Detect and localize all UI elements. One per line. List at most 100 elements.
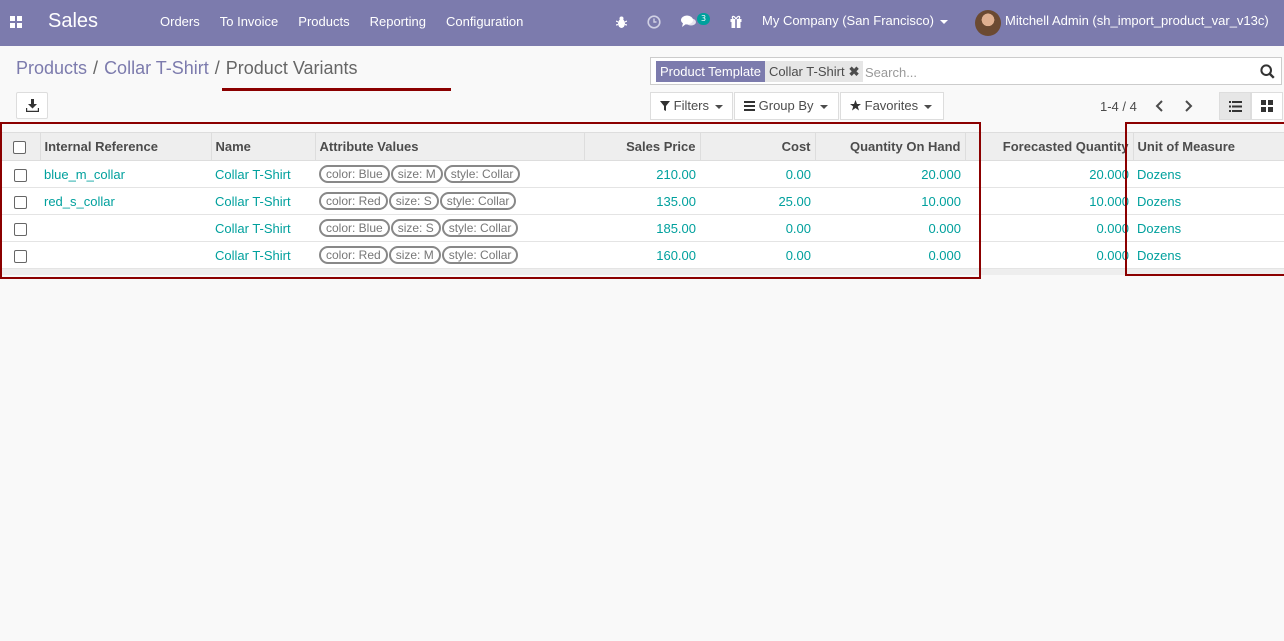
company-switcher[interactable]: My Company (San Francisco)	[762, 13, 948, 28]
cell-unit-of-measure[interactable]: Dozens	[1133, 214, 1284, 242]
cell-internal-reference[interactable]	[40, 241, 211, 269]
column-cost[interactable]: Cost	[699, 132, 815, 161]
kanban-view-icon	[1261, 100, 1273, 112]
table-row[interactable]: Collar T-Shirt color: Red size: Mstyle: C…	[0, 241, 1284, 269]
column-internal-reference[interactable]: Internal Reference	[39, 132, 211, 161]
table-row[interactable]: red_s_collar Collar T-Shirt color: Red si…	[0, 187, 1284, 215]
menu-configuration[interactable]: Configuration	[446, 14, 523, 29]
cell-forecasted-quantity[interactable]: 0.000	[965, 214, 1133, 242]
cell-cost[interactable]: 0.00	[700, 160, 815, 188]
table-row[interactable]: blue_m_collar Collar T-Shirt color: Blue…	[0, 160, 1284, 188]
cell-internal-reference[interactable]	[40, 214, 211, 242]
pager-value[interactable]: 1-4 / 4	[1100, 99, 1137, 114]
row-checkbox[interactable]	[13, 168, 27, 182]
column-sales-price[interactable]: Sales Price	[583, 132, 700, 161]
cell-forecasted-quantity[interactable]: 20.000	[965, 160, 1133, 188]
app-name[interactable]: Sales	[48, 10, 98, 33]
list-view-button[interactable]	[1219, 92, 1251, 120]
cell-forecasted-quantity[interactable]: 0.000	[965, 241, 1133, 269]
attribute-tag: size: S	[388, 192, 439, 210]
select-all-checkbox[interactable]	[13, 141, 27, 155]
cell-name[interactable]: Collar T-Shirt	[211, 160, 315, 188]
star-icon	[850, 100, 861, 111]
bug-icon[interactable]	[616, 16, 627, 29]
user-menu[interactable]: Mitchell Admin (sh_import_product_var_v1…	[1005, 13, 1269, 28]
favorites-label: Favorites	[864, 98, 919, 113]
filters-label: Filters	[673, 98, 710, 113]
column-unit-of-measure[interactable]: Unit of Measure	[1132, 132, 1284, 161]
chevron-down-icon	[939, 19, 948, 24]
menu-to-invoice[interactable]: To Invoice	[220, 14, 279, 29]
cell-cost[interactable]: 25.00	[700, 187, 815, 215]
cell-forecasted-quantity[interactable]: 10.000	[965, 187, 1133, 215]
attribute-tag: color: Blue	[319, 219, 390, 237]
cell-cost[interactable]: 0.00	[700, 214, 815, 242]
column-name[interactable]: Name	[210, 132, 315, 161]
remove-facet-icon[interactable]: ✖	[849, 64, 860, 79]
annotation-underline	[222, 88, 451, 91]
breadcrumb-products[interactable]: Products	[16, 58, 87, 78]
attribute-tag: style: Collar	[441, 219, 519, 237]
cell-quantity-on-hand[interactable]: 20.000	[815, 160, 965, 188]
kanban-view-button[interactable]	[1251, 92, 1283, 120]
chevron-right-icon[interactable]	[1183, 100, 1193, 112]
messages-badge: 3	[697, 13, 711, 25]
cell-quantity-on-hand[interactable]: 0.000	[815, 241, 965, 269]
column-quantity-on-hand[interactable]: Quantity On Hand	[814, 132, 965, 161]
cell-sales-price[interactable]: 135.00	[584, 187, 700, 215]
menu-products[interactable]: Products	[298, 14, 349, 29]
cell-unit-of-measure[interactable]: Dozens	[1133, 160, 1284, 188]
apps-menu-icon[interactable]	[10, 16, 22, 28]
export-button[interactable]	[16, 92, 48, 119]
page-title: Product Variants	[225, 58, 358, 78]
menu-reporting[interactable]: Reporting	[370, 14, 426, 29]
chevron-left-icon[interactable]	[1155, 100, 1165, 112]
table-row[interactable]: Collar T-Shirt color: Blue size: Sstyle: …	[0, 214, 1284, 242]
facet-value: Collar T-Shirt ✖	[764, 61, 864, 82]
cell-name[interactable]: Collar T-Shirt	[211, 214, 315, 242]
messages-icon[interactable]	[681, 15, 696, 28]
cell-attribute-values: color: Blue size: Mstyle: Collar	[315, 160, 584, 188]
attribute-tag: size: M	[388, 246, 441, 264]
cell-sales-price[interactable]: 160.00	[584, 241, 700, 269]
cell-quantity-on-hand[interactable]: 10.000	[815, 187, 965, 215]
attribute-tag: size: S	[390, 219, 441, 237]
cell-internal-reference[interactable]: blue_m_collar	[40, 160, 211, 188]
user-avatar[interactable]	[975, 10, 1001, 36]
search-icon[interactable]	[1260, 64, 1275, 79]
cell-name[interactable]: Collar T-Shirt	[211, 241, 315, 269]
column-forecasted-quantity[interactable]: Forecasted Quantity	[964, 132, 1133, 161]
attribute-tag: color: Red	[319, 246, 388, 264]
attribute-tag: size: M	[390, 165, 443, 183]
row-checkbox[interactable]	[13, 249, 27, 263]
row-select-cell	[0, 187, 40, 215]
cell-internal-reference[interactable]: red_s_collar	[40, 187, 211, 215]
variants-list: Internal Reference Name Attribute Values…	[0, 132, 1284, 275]
menu-orders[interactable]: Orders	[160, 14, 200, 29]
list-bars-icon	[744, 101, 755, 111]
column-attribute-values[interactable]: Attribute Values	[314, 132, 584, 161]
favorites-button[interactable]: Favorites	[840, 92, 944, 120]
group-by-button[interactable]: Group By	[734, 92, 839, 120]
cell-sales-price[interactable]: 185.00	[584, 214, 700, 242]
filters-button[interactable]: Filters	[650, 92, 733, 120]
cell-unit-of-measure[interactable]: Dozens	[1133, 241, 1284, 269]
row-checkbox[interactable]	[13, 195, 27, 209]
cell-quantity-on-hand[interactable]: 0.000	[815, 214, 965, 242]
cell-cost[interactable]: 0.00	[700, 241, 815, 269]
cell-sales-price[interactable]: 210.00	[584, 160, 700, 188]
search-input[interactable]	[865, 62, 1245, 82]
row-select-cell	[0, 241, 40, 269]
cell-name[interactable]: Collar T-Shirt	[211, 187, 315, 215]
cell-unit-of-measure[interactable]: Dozens	[1133, 187, 1284, 215]
table-footer	[0, 268, 1284, 275]
gift-icon[interactable]	[730, 15, 742, 28]
breadcrumb-collar-tshirt[interactable]: Collar T-Shirt	[104, 58, 209, 78]
top-navbar: Sales Orders To Invoice Products Reporti…	[0, 0, 1284, 46]
activity-clock-icon[interactable]	[647, 15, 661, 29]
filter-icon	[660, 101, 670, 111]
row-checkbox[interactable]	[13, 222, 27, 236]
attribute-tag: color: Blue	[319, 165, 390, 183]
attribute-tag: color: Red	[319, 192, 388, 210]
attribute-tag: style: Collar	[439, 192, 517, 210]
